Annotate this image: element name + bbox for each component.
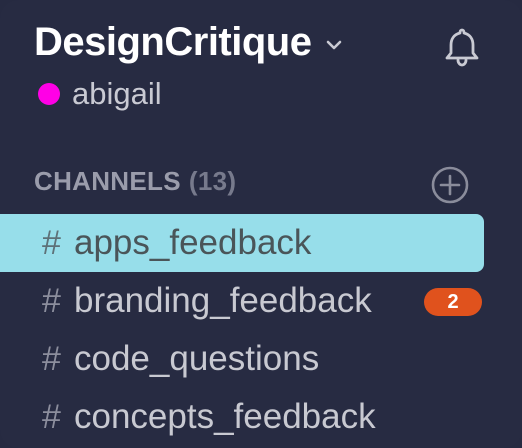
- team-name[interactable]: DesignCritique: [34, 14, 312, 70]
- hash-icon: #: [42, 397, 61, 436]
- channel-item-apps-feedback[interactable]: # apps_feedback: [0, 214, 484, 272]
- channel-name: concepts_feedback: [74, 397, 376, 436]
- team-switcher[interactable]: DesignCritique: [34, 14, 343, 70]
- channel-name: branding_feedback: [74, 281, 372, 320]
- hash-icon: #: [42, 281, 61, 320]
- channel-item-branding-feedback[interactable]: # branding_feedback 2: [0, 272, 522, 330]
- presence-indicator: [38, 83, 60, 105]
- channel-list: # apps_feedback # branding_feedback 2 # …: [0, 214, 522, 446]
- current-user[interactable]: abigail: [38, 74, 162, 114]
- hash-icon: #: [42, 339, 61, 378]
- sidebar: DesignCritique abigail CHANNELS (13) # a…: [0, 0, 522, 448]
- channel-name: apps_feedback: [74, 223, 312, 262]
- unread-badge: 2: [424, 288, 482, 316]
- plus-circle-icon[interactable]: [430, 165, 470, 205]
- channels-section-header[interactable]: CHANNELS (13): [34, 166, 236, 197]
- channel-item-code-questions[interactable]: # code_questions: [0, 330, 522, 388]
- channel-name: code_questions: [74, 339, 320, 378]
- channels-label: CHANNELS: [34, 166, 181, 196]
- chevron-down-icon[interactable]: [325, 36, 343, 54]
- channels-count: (13): [188, 166, 237, 196]
- bell-icon[interactable]: [440, 24, 484, 68]
- hash-icon: #: [42, 223, 61, 262]
- channel-item-concepts-feedback[interactable]: # concepts_feedback: [0, 388, 522, 446]
- username: abigail: [72, 76, 162, 111]
